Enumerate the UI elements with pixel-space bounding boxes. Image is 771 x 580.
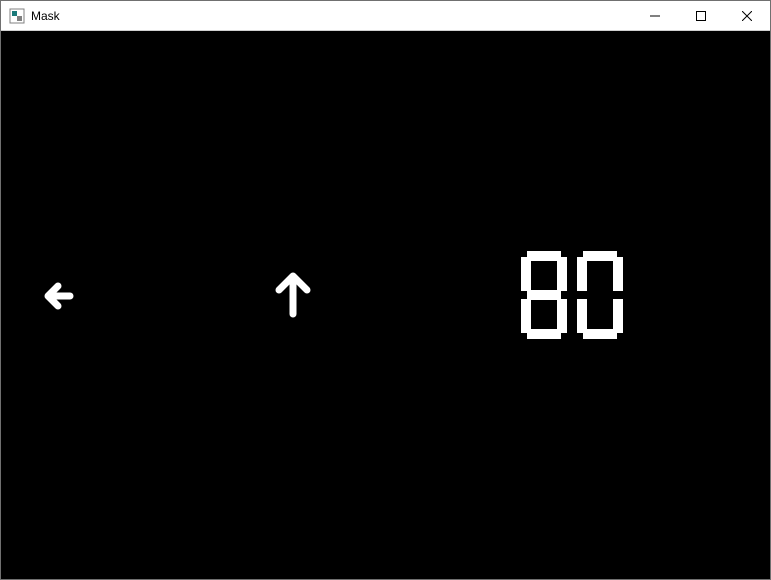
maximize-button[interactable] [678, 1, 724, 31]
arrow-left-icon [40, 276, 80, 316]
digit-1 [577, 251, 623, 339]
titlebar: Mask [1, 1, 770, 31]
content-area [1, 31, 770, 579]
minimize-button[interactable] [632, 1, 678, 31]
close-icon [742, 11, 752, 21]
app-icon [9, 8, 25, 24]
maximize-icon [696, 11, 706, 21]
window: Mask [0, 0, 771, 580]
window-title: Mask [31, 9, 60, 23]
seven-segment-readout [521, 251, 623, 339]
minimize-icon [650, 11, 660, 21]
close-button[interactable] [724, 1, 770, 31]
digit-0 [521, 251, 567, 339]
arrow-up-icon [271, 268, 315, 318]
